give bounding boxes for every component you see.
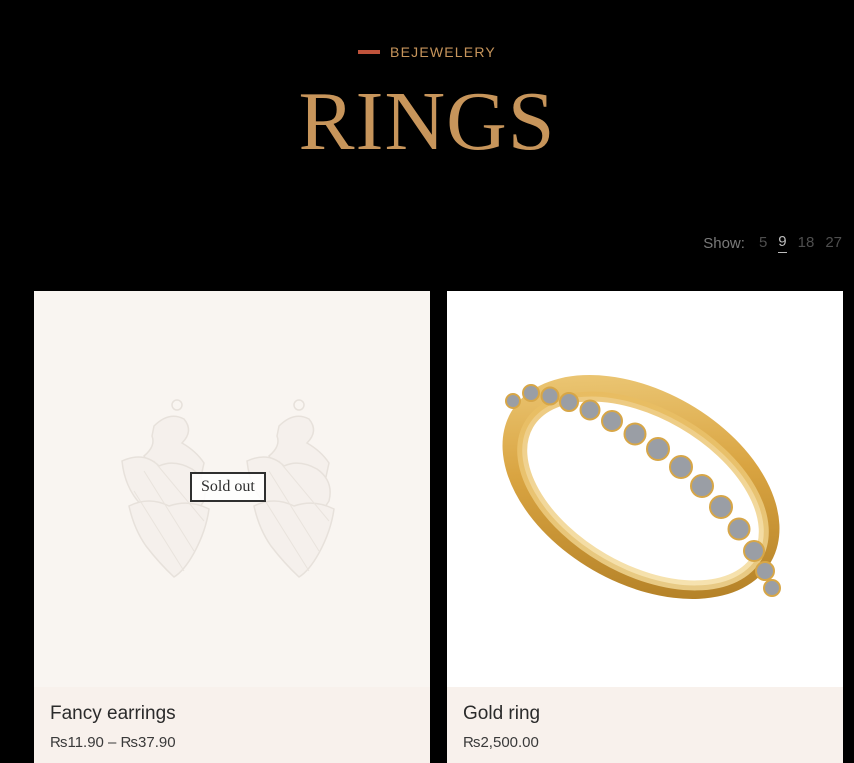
product-price: ₨11.90 – ₨37.90 bbox=[50, 734, 176, 751]
show-per-page: Show: 5 9 18 27 bbox=[703, 233, 842, 253]
breadcrumb-link[interactable]: BEJEWELERY bbox=[390, 44, 496, 60]
show-option-9[interactable]: 9 bbox=[778, 233, 787, 253]
product-info: Fancy earrings ₨11.90 – ₨37.90 bbox=[34, 687, 430, 763]
gold-ring-image bbox=[502, 375, 781, 599]
product-card-gold-ring[interactable]: Gold ring ₨2,500.00 bbox=[447, 291, 843, 763]
show-option-5[interactable]: 5 bbox=[759, 234, 767, 253]
breadcrumb: BEJEWELERY bbox=[0, 44, 854, 60]
product-card-fancy-earrings[interactable]: Sold out Fancy earrings ₨11.90 – ₨37.90 bbox=[34, 291, 430, 763]
product-info: Gold ring ₨2,500.00 bbox=[447, 687, 843, 763]
product-image-link[interactable]: Sold out bbox=[34, 291, 430, 687]
show-option-18[interactable]: 18 bbox=[798, 234, 815, 253]
product-image-link[interactable] bbox=[447, 291, 843, 687]
product-title-link[interactable]: Gold ring bbox=[463, 703, 540, 725]
eyebrow-dash bbox=[358, 50, 381, 54]
product-price: ₨2,500.00 bbox=[463, 734, 539, 751]
show-label: Show: bbox=[703, 234, 745, 252]
page-title: RINGS bbox=[298, 75, 556, 168]
product-title-link[interactable]: Fancy earrings bbox=[50, 703, 176, 725]
sold-out-badge: Sold out bbox=[190, 472, 266, 502]
page: BEJEWELERY RINGS Show: 5 9 18 27 Sold ou… bbox=[0, 0, 854, 763]
product-grid: Sold out Fancy earrings ₨11.90 – ₨37.90 bbox=[34, 291, 843, 763]
show-option-27[interactable]: 27 bbox=[825, 234, 842, 253]
